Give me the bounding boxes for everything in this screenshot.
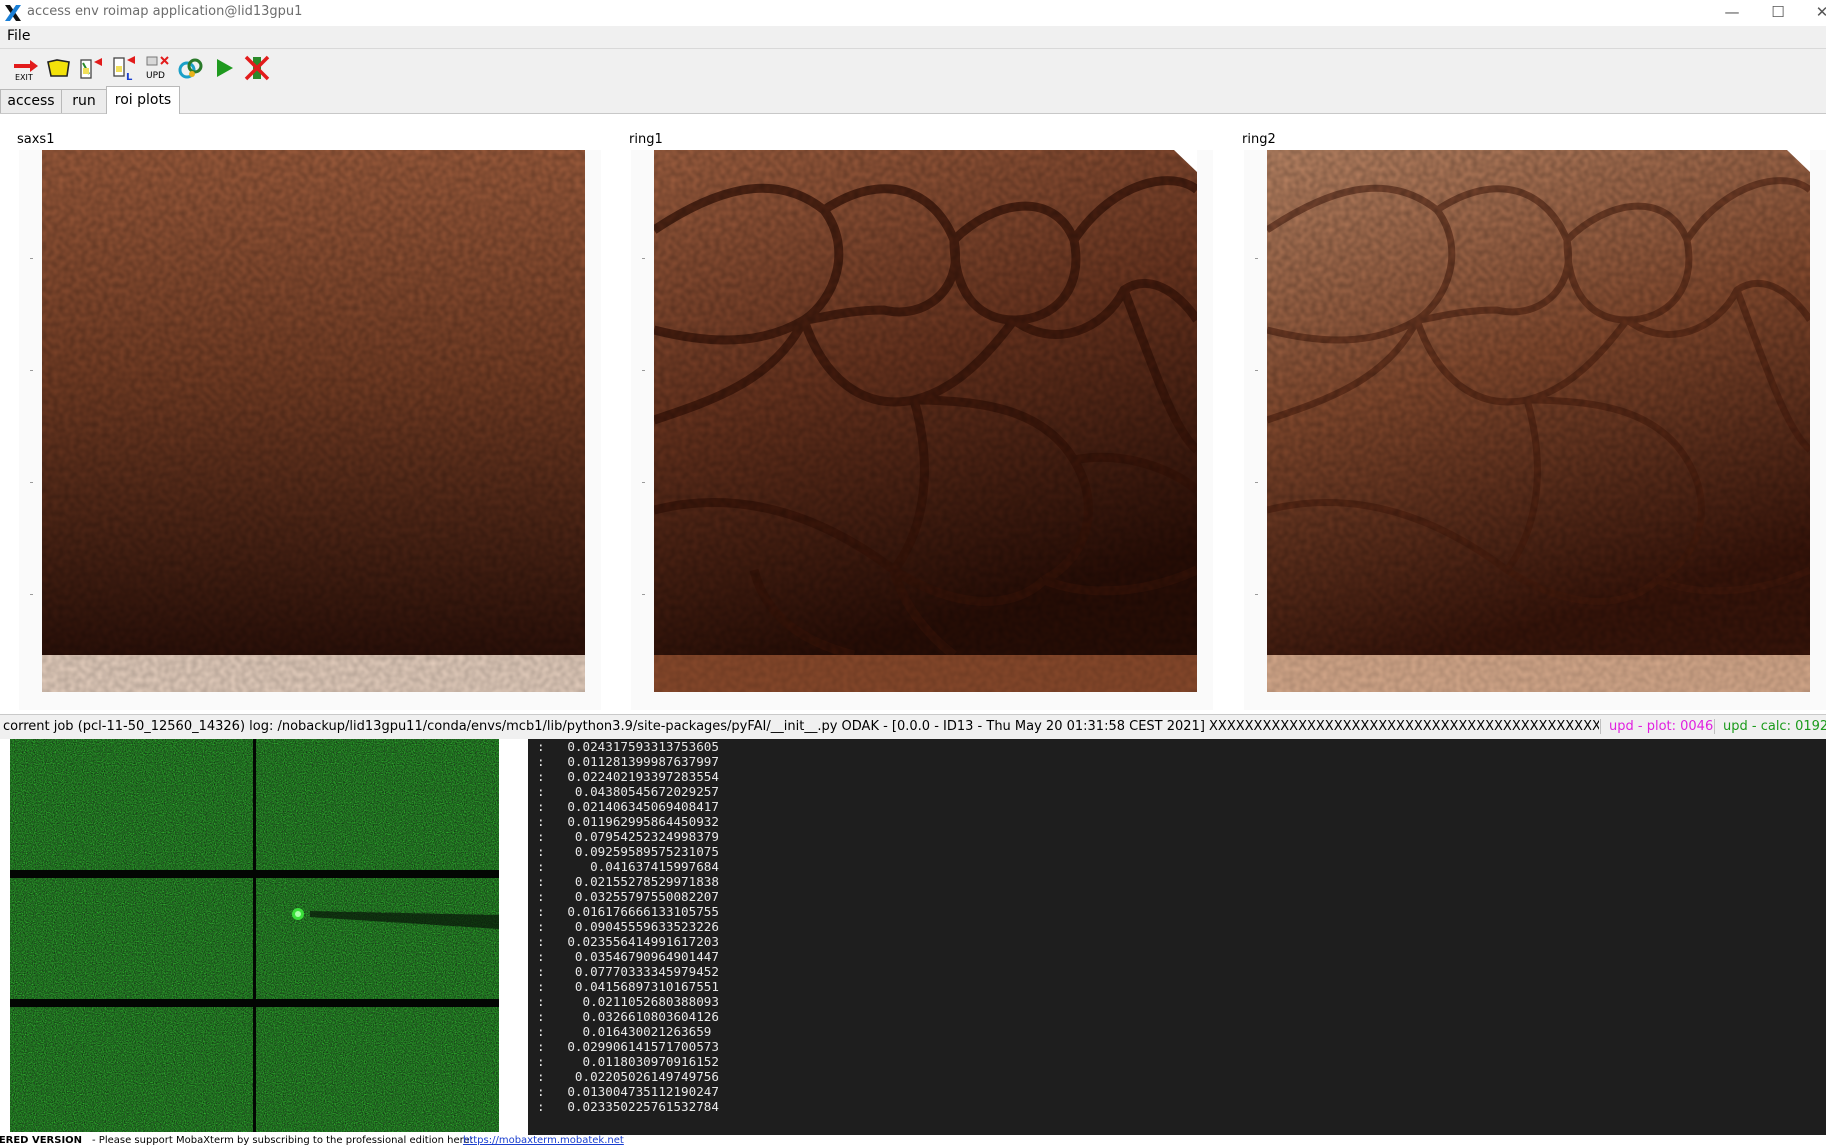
console-line: : 0.02155278529971838 [537, 874, 719, 889]
window-title: access env roimap application@lid13gpu1 [27, 4, 303, 19]
plot-title-saxs1: saxs1 [17, 132, 55, 147]
y-tick [30, 482, 33, 483]
y-tick [642, 370, 645, 371]
console-output[interactable]: : 0.024317593313753605: 0.01128139998763… [528, 739, 1826, 1135]
menu-file[interactable]: File [7, 28, 30, 44]
maximize-button[interactable]: ☐ [1756, 0, 1800, 26]
exit-button[interactable]: EXIT [12, 54, 40, 82]
console-line: : 0.04380545672029257 [537, 784, 719, 799]
console-line: : 0.09045559633523226 [537, 919, 719, 934]
y-tick [30, 594, 33, 595]
console-line: : 0.02205026149749756 [537, 1069, 719, 1084]
console-line: : 0.04156897310167551 [537, 979, 719, 994]
console-line: : 0.016430021263659 [537, 1024, 712, 1039]
stop-button[interactable] [243, 54, 271, 82]
load-icon [80, 58, 102, 79]
y-tick [1255, 594, 1258, 595]
console-line: : 0.023350225761532784 [537, 1099, 719, 1114]
support-message: - Please support MobaXterm by subscribin… [92, 1135, 474, 1146]
mobaxterm-footer: TERED VERSION - Please support MobaXterm… [0, 1135, 1826, 1147]
tab-run[interactable]: run [61, 89, 107, 113]
load-l-button[interactable]: L [111, 54, 139, 82]
toolbar: EXIT L UPD [0, 48, 1826, 87]
settings-button[interactable] [177, 54, 205, 82]
exit-label: EXIT [15, 73, 33, 82]
run-play-icon [217, 59, 233, 77]
load-l-icon: L [113, 56, 135, 82]
y-tick [642, 594, 645, 595]
console-line: : 0.03255797550082207 [537, 889, 719, 904]
update-button[interactable]: UPD [144, 54, 172, 82]
upd-calc-counter: upd - calc: 0192 [1714, 719, 1826, 734]
x-app-logo-icon [3, 3, 23, 23]
console-line: : 0.09259589575231075 [537, 844, 719, 859]
plot-title-ring1: ring1 [629, 132, 663, 147]
status-bar: corrent job (pcl-11-50_12560_14326) log:… [0, 714, 1826, 740]
plot-canvas-ring1[interactable] [631, 150, 1213, 710]
roi-image-ring2 [1267, 150, 1810, 692]
current-job-status: corrent job (pcl-11-50_12560_14326) log:… [3, 719, 1599, 734]
settings-icon [178, 58, 203, 79]
stop-icon [244, 55, 270, 81]
mobaxterm-link[interactable]: https://mobaxterm.mobatek.net [463, 1135, 624, 1146]
y-tick [642, 258, 645, 259]
console-line: : 0.0118030970916152 [537, 1054, 719, 1069]
console-line: : 0.029906141571700573 [537, 1039, 719, 1054]
registration-label: TERED VERSION [0, 1135, 83, 1146]
run-button[interactable] [210, 54, 238, 82]
console-line: : 0.07954252324998379 [537, 829, 719, 844]
console-line: : 0.022402193397283554 [537, 769, 719, 784]
roi-plots-area: saxs1 ring1 ring2 [0, 114, 1826, 714]
console-line: : 0.011962995864450932 [537, 814, 719, 829]
tab-bar: access run roi plots [0, 86, 1826, 114]
minimize-button[interactable]: — [1710, 0, 1754, 26]
console-line: : 0.03546790964901447 [537, 949, 719, 964]
y-tick [1255, 370, 1258, 371]
plot-panel-ring2: ring2 [1239, 132, 1826, 712]
upd-label: UPD [146, 71, 165, 81]
plot-panel-saxs1: saxs1 [14, 132, 614, 712]
y-tick [1255, 482, 1258, 483]
y-tick [642, 482, 645, 483]
menu-bar: File [0, 26, 1826, 48]
open-folder-icon [47, 59, 70, 77]
window-titlebar: access env roimap application@lid13gpu1 … [0, 0, 1826, 26]
exit-icon: EXIT [14, 60, 38, 82]
console-lines: : 0.024317593313753605: 0.01128139998763… [528, 739, 1826, 1114]
console-line: : 0.013004735112190247 [537, 1084, 719, 1099]
tab-access[interactable]: access [0, 89, 62, 113]
plot-canvas-saxs1[interactable] [19, 150, 601, 710]
upd-plot-counter: upd - plot: 0046 [1600, 719, 1713, 734]
console-line: : 0.023556414991617203 [537, 934, 719, 949]
console-line: : 0.07770333345979452 [537, 964, 719, 979]
detector-panel [0, 739, 528, 1140]
y-tick [30, 370, 33, 371]
console-line: : 0.021406345069408417 [537, 799, 719, 814]
console-line: : 0.0211052680388093 [537, 994, 719, 1009]
update-icon: UPD [146, 56, 169, 81]
plot-canvas-ring2[interactable] [1244, 150, 1826, 710]
console-line: : 0.024317593313753605 [537, 739, 719, 754]
load-l-label: L [126, 72, 133, 82]
tab-roi-plots[interactable]: roi plots [106, 86, 180, 114]
console-line: : 0.016176666133105755 [537, 904, 719, 919]
console-line: : 0.0326610803604126 [537, 1009, 719, 1024]
roi-image-saxs1 [42, 150, 585, 692]
roi-image-ring1 [654, 150, 1197, 692]
y-tick [1255, 258, 1258, 259]
plot-title-ring2: ring2 [1242, 132, 1276, 147]
close-button[interactable]: ✕ [1800, 0, 1826, 26]
load-button[interactable] [78, 54, 106, 82]
console-line: : 0.011281399987637997 [537, 754, 719, 769]
console-line: : 0.041637415997684 [537, 859, 719, 874]
detector-image[interactable] [10, 739, 499, 1132]
open-button[interactable] [45, 54, 73, 82]
y-tick [30, 258, 33, 259]
plot-panel-ring1: ring1 [626, 132, 1226, 712]
